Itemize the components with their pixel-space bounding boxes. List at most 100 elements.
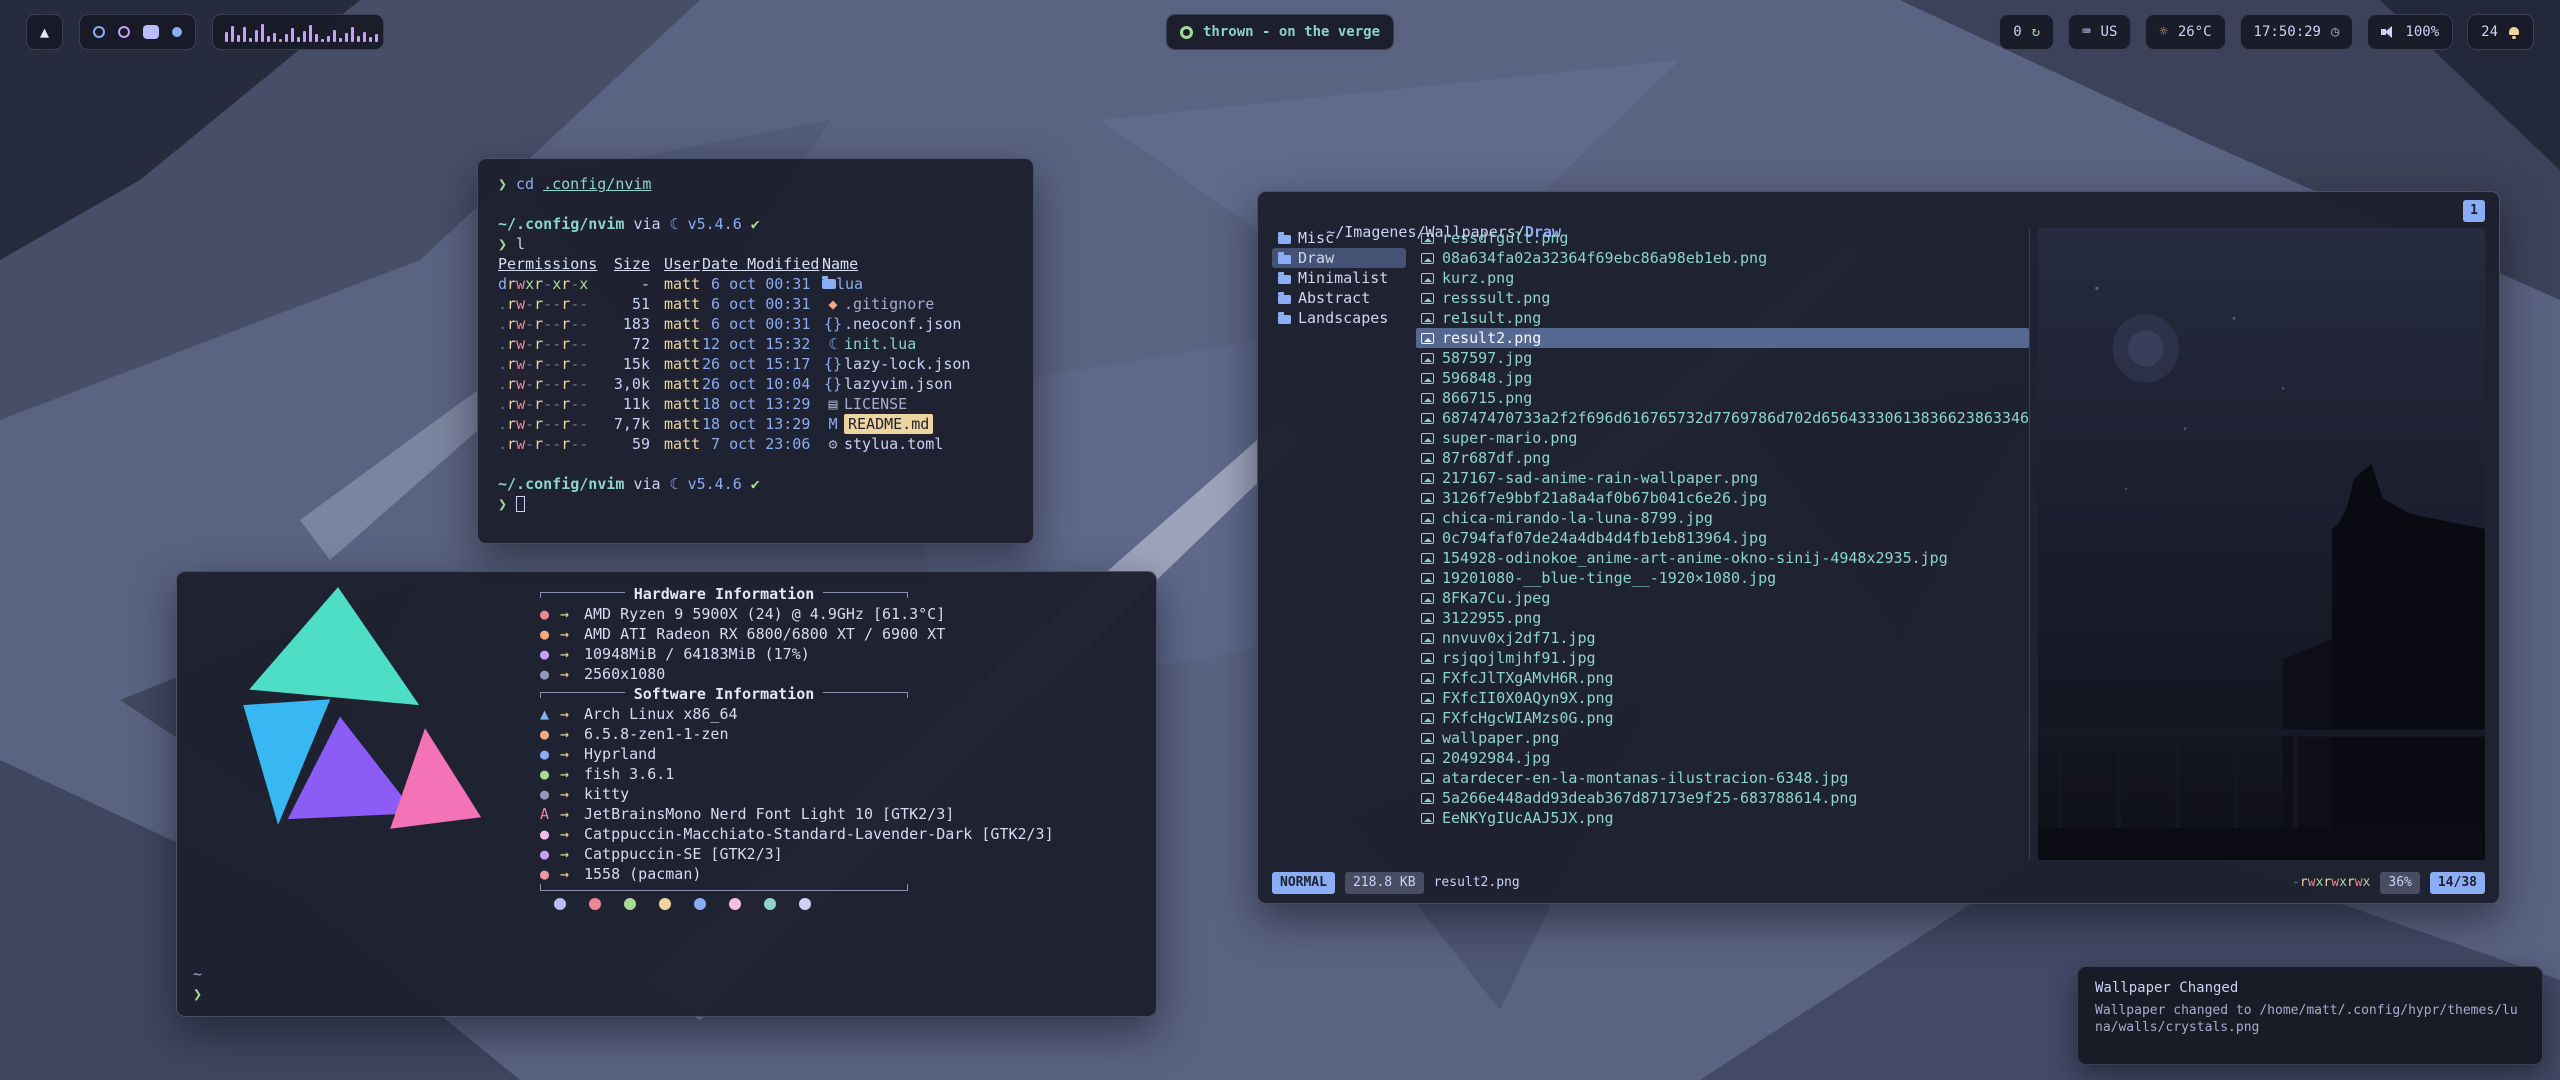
file-name: FXfcHgcWIAMzs0G.png	[1442, 708, 1614, 728]
folder-sidebar[interactable]: Misc Draw Minimalist Abstract	[1272, 228, 1406, 860]
palette-dot	[694, 898, 706, 910]
file-item[interactable]: FXfcHgcWIAMzs0G.png	[1416, 708, 2029, 728]
temperature-module[interactable]: ☼ 26°C	[2145, 14, 2225, 50]
terminal-palette	[554, 898, 1140, 910]
file-name: 0c794faf07de24a4db4d4fb1eb813964.jpg	[1442, 528, 1767, 548]
keyboard-layout-module[interactable]: ⌨ US	[2068, 14, 2131, 50]
file-item[interactable]: 3126f7e9bbf21a8a4af0b67b041c6e26.jpg	[1416, 488, 2029, 508]
file-item[interactable]: 08a634fa02a32364f69ebc86a98eb1eb.png	[1416, 248, 2029, 268]
file-item[interactable]: super-mario.png	[1416, 428, 2029, 448]
file-item[interactable]: 217167-sad-anime-rain-wallpaper.png	[1416, 468, 2029, 488]
via-label: via	[633, 214, 660, 234]
file-item[interactable]: 5a266e448add93deab367d87173e9f25-6837886…	[1416, 788, 2029, 808]
palette-dot	[799, 898, 811, 910]
ls-row: .rw-r--r-- 59 matt 7 oct 23:06 ⚙ stylua.…	[498, 434, 1013, 454]
music-widget[interactable]: thrown - on the verge	[1166, 14, 1394, 50]
visualizer-bar	[297, 37, 300, 42]
terminal-fetch[interactable]: Hardware Information ● → AMD Ryzen 9 590…	[176, 571, 1157, 1017]
notifications-module[interactable]: 24	[2467, 14, 2534, 50]
file-item[interactable]: 587597.jpg	[1416, 348, 2029, 368]
terminal-nvim-config[interactable]: ❯cd.config/nvim ~/.config/nvimvia☾v5.4.6…	[477, 158, 1034, 544]
file-item[interactable]: kurz.png	[1416, 268, 2029, 288]
image-file-icon	[1421, 653, 1434, 664]
sidebar-folder[interactable]: Misc	[1272, 228, 1406, 248]
audio-visualizer[interactable]	[212, 14, 384, 50]
visualizer-bar	[261, 24, 264, 42]
file-item[interactable]: EeNKYgIUcAAJ5JX.png	[1416, 808, 2029, 828]
file-item[interactable]: rsjqojlmjhf91.jpg	[1416, 648, 2029, 668]
info-value: fish 3.6.1	[584, 764, 674, 784]
visualizer-bar	[345, 33, 348, 42]
file-item[interactable]: 3122955.png	[1416, 608, 2029, 628]
file-type-icon: {}	[822, 374, 844, 394]
file-item[interactable]: result2.png	[1416, 328, 2029, 348]
sidebar-folder[interactable]: Minimalist	[1272, 268, 1406, 288]
sidebar-folder[interactable]: Draw	[1272, 248, 1406, 268]
ls-table: drwxr-xr-x - matt 6 oct 00:31 lua .rw-r-…	[498, 274, 1013, 454]
launcher-button[interactable]: ▲	[26, 14, 63, 50]
file-item[interactable]: 20492984.jpg	[1416, 748, 2029, 768]
sidebar-folder[interactable]: Landscapes	[1272, 308, 1406, 328]
command-arg: .config/nvim	[543, 174, 651, 194]
file-item[interactable]: 596848.jpg	[1416, 368, 2029, 388]
file-item[interactable]: re1sult.png	[1416, 308, 2029, 328]
file-type-icon: ☾	[822, 334, 844, 354]
workspace-button[interactable]	[118, 26, 130, 38]
file-item[interactable]: FXfcJlTXgAMvH6R.png	[1416, 668, 2029, 688]
image-file-icon	[1421, 253, 1434, 264]
software-icon: ●	[540, 724, 560, 744]
file-item[interactable]: 8FKa7Cu.jpeg	[1416, 588, 2029, 608]
file-manager[interactable]: ~/Imagenes/Wallpapers/Draw 1 Misc Draw	[1257, 191, 2500, 904]
folder-name: Draw	[1298, 248, 1334, 268]
info-line: ● → Catppuccin-Macchiato-Standard-Lavend…	[540, 824, 1140, 844]
speaker-icon	[2381, 26, 2395, 38]
file-size: 183	[604, 314, 650, 334]
file-size: 11k	[604, 394, 650, 414]
workspace-button[interactable]	[143, 25, 159, 39]
file-owner: matt	[650, 354, 702, 374]
image-file-icon	[1421, 393, 1434, 404]
file-name: 596848.jpg	[1442, 368, 1532, 388]
sidebar-folder[interactable]: Abstract	[1272, 288, 1406, 308]
file-item[interactable]: ressdfgult.png	[1416, 228, 2029, 248]
updates-count: 0	[2013, 24, 2021, 40]
file-date: 12 oct 15:32	[702, 334, 822, 354]
image-file-icon	[1421, 473, 1434, 484]
file-item[interactable]: 87r687df.png	[1416, 448, 2029, 468]
file-size: 51	[604, 294, 650, 314]
info-value: 2560x1080	[584, 664, 665, 684]
file-item[interactable]: 0c794faf07de24a4db4d4fb1eb813964.jpg	[1416, 528, 2029, 548]
file-item[interactable]: 154928-odinokoe_anime-art-anime-okno-sin…	[1416, 548, 2029, 568]
file-item[interactable]: 19201080-__blue-tinge__-1920×1080.jpg	[1416, 568, 2029, 588]
file-item[interactable]: 68747470733a2f2f696d616765732d7769786d70…	[1416, 408, 2029, 428]
image-file-icon	[1421, 293, 1434, 304]
arrow-icon: →	[560, 864, 584, 884]
notification-popup[interactable]: Wallpaper Changed Wallpaper changed to /…	[2077, 966, 2543, 1065]
thermometer-icon: ☼	[2159, 24, 2167, 40]
file-item[interactable]: resssult.png	[1416, 288, 2029, 308]
workspace-button[interactable]	[172, 27, 182, 37]
file-item[interactable]: 866715.png	[1416, 388, 2029, 408]
visualizer-bar	[369, 37, 372, 42]
workspace-button[interactable]	[93, 26, 105, 38]
workspaces	[79, 14, 196, 50]
image-file-icon	[1421, 313, 1434, 324]
file-name: 19201080-__blue-tinge__-1920×1080.jpg	[1442, 568, 1776, 588]
image-file-icon	[1421, 513, 1434, 524]
lua-icon: ☾	[670, 214, 679, 234]
file-item[interactable]: atardecer-en-la-montanas-ilustracion-634…	[1416, 768, 2029, 788]
updates-module[interactable]: 0 ↻	[1999, 14, 2054, 50]
volume-module[interactable]: 100%	[2367, 14, 2453, 50]
music-icon	[1180, 26, 1193, 39]
file-list[interactable]: ressdfgult.png 08a634fa02a32364f69ebc86a…	[1416, 228, 2029, 860]
file-item[interactable]: chica-mirando-la-luna-8799.jpg	[1416, 508, 2029, 528]
clock-module[interactable]: 17:50:29 ◷	[2240, 14, 2354, 50]
file-item[interactable]: wallpaper.png	[1416, 728, 2029, 748]
image-file-icon	[1421, 233, 1434, 244]
file-item[interactable]: FXfcII0X0AQyn9X.png	[1416, 688, 2029, 708]
info-value: AMD ATI Radeon RX 6800/6800 XT / 6900 XT	[584, 624, 945, 644]
lua-version: v5.4.6	[688, 214, 742, 234]
folder-name: Abstract	[1298, 288, 1370, 308]
file-item[interactable]: nnvuv0xj2df71.jpg	[1416, 628, 2029, 648]
file-owner: matt	[650, 274, 702, 294]
